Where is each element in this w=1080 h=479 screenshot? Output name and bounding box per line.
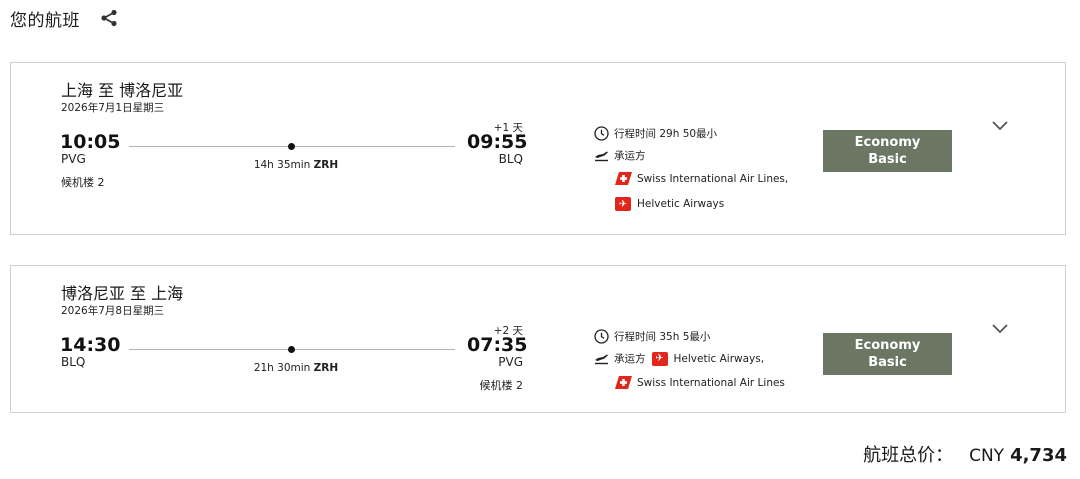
helvetic-airline-logo: ✈ [651, 351, 668, 366]
airline-name: Swiss International Air Lines, [637, 172, 789, 185]
departure-airport-code: BLQ [61, 355, 86, 369]
carrier-row: 承运方 [594, 148, 646, 163]
arrival-airport-code: PVG [498, 355, 523, 369]
flight-date: 2026年7月1日星期三 [61, 102, 165, 114]
fare-class-line1: Economy [854, 338, 921, 353]
airline-row: Swiss International Air Lines [615, 376, 785, 389]
plane-takeoff-icon [595, 354, 608, 365]
swiss-airline-logo [615, 172, 632, 185]
stop-duration: 14h 35min ZRH [241, 159, 351, 171]
flight-card-outbound[interactable]: 上海 至 博洛尼亚 2026年7月1日星期三 +1 天 10:05 09:55 … [10, 62, 1066, 235]
arrival-terminal: 候机楼 2 [479, 379, 524, 392]
helvetic-airline-logo: ✈ [615, 197, 631, 211]
fare-class-line2: Basic [868, 152, 907, 167]
total-price: 航班总价： CNY 4,734 [863, 441, 1067, 467]
carrier-label: 承运方 [614, 353, 646, 365]
fare-class-badge[interactable]: Economy Basic [823, 130, 952, 172]
flight-card-return[interactable]: 博洛尼亚 至 上海 2026年7月8日星期三 +2 天 14:30 07:35 … [10, 265, 1066, 413]
total-price-amount: 4,734 [1010, 445, 1067, 466]
departure-time: 10:05 [60, 131, 121, 153]
travel-time-row: 行程时间 35h 5最小 [594, 329, 710, 344]
travel-time: 行程时间 29h 50最小 [614, 128, 718, 140]
departure-airport-code: PVG [61, 152, 86, 166]
clock-icon [594, 329, 609, 344]
stop-duration: 21h 30min ZRH [241, 362, 351, 374]
travel-time-row: 行程时间 29h 50最小 [594, 126, 717, 141]
departure-terminal: 候机楼 2 [61, 176, 105, 189]
page-title: 您的航班 [10, 10, 80, 31]
fare-class-line1: Economy [854, 135, 921, 150]
clock-icon [594, 126, 609, 141]
airline-row: ✈ Helvetic Airways [615, 197, 724, 211]
airline-name: Helvetic Airways, [673, 352, 765, 365]
page-header: 您的航班 [10, 6, 120, 31]
airline-row: Swiss International Air Lines, [615, 172, 788, 185]
chevron-down-icon[interactable] [991, 323, 1009, 335]
stop-duration-time: 14h 35min [253, 159, 311, 171]
route-title: 博洛尼亚 至 上海 [61, 284, 184, 303]
arrival-airport-code: BLQ [498, 152, 523, 166]
plane-takeoff-icon [595, 151, 608, 162]
stop-dot [288, 346, 295, 353]
flight-date: 2026年7月8日星期三 [61, 305, 165, 317]
departure-time: 14:30 [60, 334, 121, 356]
route-title: 上海 至 博洛尼亚 [61, 81, 184, 100]
stop-duration-time: 21h 30min [253, 362, 311, 374]
carrier-row: 承运方 ✈ Helvetic Airways, [594, 351, 764, 366]
airline-name: Swiss International Air Lines [637, 376, 785, 389]
airline-name: Helvetic Airways [637, 198, 725, 210]
arrival-time: 09:55 [467, 131, 528, 153]
total-price-label: 航班总价： [863, 445, 954, 466]
share-icon[interactable] [100, 8, 120, 28]
stop-airport-code: ZRH [313, 159, 339, 171]
carrier-label: 承运方 [614, 150, 646, 162]
chevron-down-icon[interactable] [991, 120, 1009, 132]
swiss-airline-logo [615, 376, 632, 389]
travel-time: 行程时间 35h 5最小 [614, 331, 711, 343]
arrival-time: 07:35 [467, 334, 528, 356]
fare-class-badge[interactable]: Economy Basic [823, 333, 952, 375]
fare-class-line2: Basic [868, 355, 907, 370]
total-price-currency: CNY [969, 446, 1005, 466]
stop-airport-code: ZRH [313, 362, 339, 374]
stop-dot [288, 143, 295, 150]
